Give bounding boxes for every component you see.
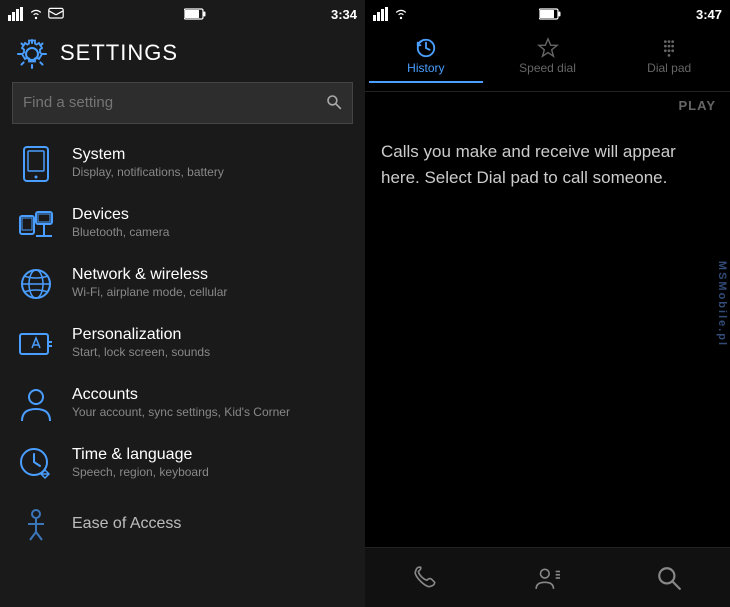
time-language-subtitle: Speech, region, keyboard — [72, 465, 209, 481]
personalization-item-text: Personalization Start, lock screen, soun… — [72, 326, 210, 361]
settings-list: System Display, notifications, battery D… — [0, 134, 365, 607]
calls-empty-text: Calls you make and receive will appear h… — [381, 139, 714, 190]
signal-icons-right — [373, 7, 409, 21]
network-icon — [16, 264, 56, 304]
tab-speed-dial-label: Speed dial — [519, 61, 576, 75]
settings-title: SETTINGS — [60, 40, 178, 66]
time-language-item-text: Time & language Speech, region, keyboard — [72, 446, 209, 481]
phone-tabs: History Speed dial — [365, 28, 730, 92]
devices-icon — [16, 204, 56, 244]
system-subtitle: Display, notifications, battery — [72, 165, 224, 181]
battery-right-icon — [539, 8, 561, 20]
devices-subtitle: Bluetooth, camera — [72, 225, 169, 241]
search-bar[interactable] — [12, 82, 353, 124]
contacts-bottom-icon[interactable] — [522, 558, 572, 598]
system-item-text: System Display, notifications, battery — [72, 146, 224, 181]
network-item-text: Network & wireless Wi-Fi, airplane mode,… — [72, 266, 227, 301]
phone-panel: 3:47 History Speed dial — [365, 0, 730, 607]
battery-icon — [184, 8, 206, 20]
settings-item-devices[interactable]: Devices Bluetooth, camera — [0, 194, 365, 254]
signal-strength-right-icon — [373, 7, 389, 21]
tab-history-label: History — [407, 61, 444, 75]
ease-of-access-title: Ease of Access — [72, 515, 181, 533]
settings-header: SETTINGS — [0, 28, 365, 78]
tab-speed-dial[interactable]: Speed dial — [487, 28, 609, 91]
gear-icon — [16, 36, 48, 70]
network-title: Network & wireless — [72, 266, 227, 284]
time-display-right: 3:47 — [696, 7, 722, 22]
settings-panel: 3:34 SETTINGS — [0, 0, 365, 607]
signal-icons-left — [8, 7, 64, 21]
speed-dial-icon — [537, 36, 559, 59]
wifi-icon — [28, 7, 44, 21]
search-input[interactable] — [23, 94, 326, 111]
message-icon — [48, 7, 64, 21]
tab-history-underline — [369, 81, 483, 83]
settings-item-time-language[interactable]: Time & language Speech, region, keyboard — [0, 434, 365, 494]
devices-item-text: Devices Bluetooth, camera — [72, 206, 169, 241]
personalization-title: Personalization — [72, 326, 210, 344]
accounts-item-text: Accounts Your account, sync settings, Ki… — [72, 386, 290, 421]
ease-of-access-item-text: Ease of Access — [72, 515, 181, 533]
ease-of-access-icon — [16, 504, 56, 544]
personalization-icon — [16, 324, 56, 364]
devices-title: Devices — [72, 206, 169, 224]
search-icon[interactable] — [326, 94, 342, 112]
dial-pad-icon — [658, 36, 680, 59]
accounts-title: Accounts — [72, 386, 290, 404]
time-language-icon — [16, 444, 56, 484]
system-title: System — [72, 146, 224, 164]
settings-item-network[interactable]: Network & wireless Wi-Fi, airplane mode,… — [0, 254, 365, 314]
signal-strength-icon — [8, 7, 24, 21]
settings-item-accounts[interactable]: Accounts Your account, sync settings, Ki… — [0, 374, 365, 434]
status-bar-right: 3:47 — [365, 0, 730, 28]
accounts-icon — [16, 384, 56, 424]
status-bar-left: 3:34 — [0, 0, 365, 28]
play-btn-area: PLAY — [365, 92, 730, 119]
search-bottom-icon[interactable] — [644, 558, 694, 598]
tab-dial-pad-label: Dial pad — [647, 61, 691, 75]
history-icon — [415, 36, 437, 59]
settings-item-personalization[interactable]: Personalization Start, lock screen, soun… — [0, 314, 365, 374]
tab-history[interactable]: History — [365, 28, 487, 91]
time-language-title: Time & language — [72, 446, 209, 464]
calls-empty-area: Calls you make and receive will appear h… — [365, 119, 730, 547]
system-icon — [16, 144, 56, 184]
calls-bottom-icon[interactable] — [401, 558, 451, 598]
personalization-subtitle: Start, lock screen, sounds — [72, 345, 210, 361]
accounts-subtitle: Your account, sync settings, Kid's Corne… — [72, 405, 290, 421]
tab-dial-pad[interactable]: Dial pad — [608, 28, 730, 91]
phone-bottom-bar — [365, 547, 730, 607]
network-subtitle: Wi-Fi, airplane mode, cellular — [72, 285, 227, 301]
time-display-left: 3:34 — [331, 7, 357, 22]
play-button[interactable]: PLAY — [679, 98, 716, 113]
settings-item-ease-of-access[interactable]: Ease of Access — [0, 494, 365, 554]
settings-item-system[interactable]: System Display, notifications, battery — [0, 134, 365, 194]
wifi-right-icon — [393, 7, 409, 21]
